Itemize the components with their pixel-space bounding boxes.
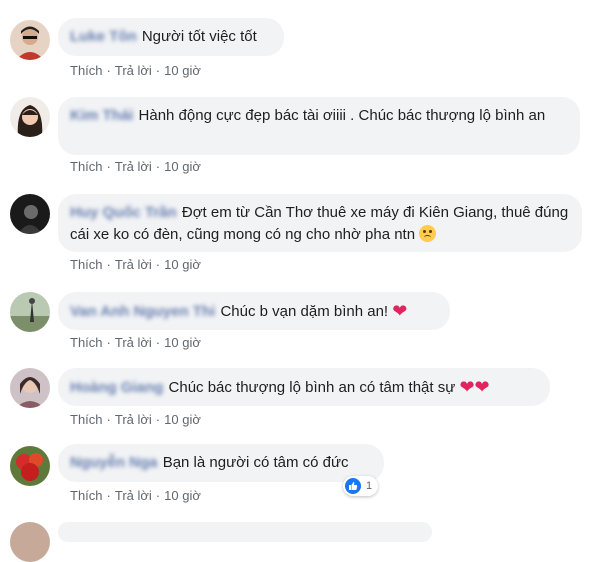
separator: · (106, 159, 111, 174)
heart-emoji-icon: ❤ (459, 377, 475, 397)
comment-text: Hành động cực đẹp bác tài ơiiii . Chúc b… (138, 107, 546, 124)
comment-text: Người tốt việc tốt (141, 28, 257, 45)
comment-bubble (58, 522, 432, 542)
reply-link[interactable]: Trả lời (115, 257, 152, 272)
heart-emoji-icon: ❤ (392, 301, 408, 321)
reply-link[interactable]: Trả lời (115, 159, 152, 174)
separator: · (106, 257, 111, 272)
separator: · (155, 412, 161, 427)
comment-author[interactable]: Nguyễn Nga (70, 452, 158, 474)
like-link[interactable]: Thích (70, 257, 103, 272)
reply-link[interactable]: Trả lời (115, 488, 152, 503)
comment-actions: Thích · Trả lời · 10 giờ (70, 335, 201, 350)
like-link[interactable]: Thích (70, 335, 103, 350)
separator: · (106, 488, 111, 503)
timestamp[interactable]: 10 giờ (164, 412, 201, 427)
timestamp[interactable]: 10 giờ (164, 63, 201, 78)
reply-link[interactable]: Trả lời (115, 335, 152, 350)
separator: · (155, 335, 161, 350)
separator: · (155, 488, 161, 503)
separator: · (106, 63, 111, 78)
like-count: 1 (366, 480, 373, 492)
comment-bubble: Kim Thái Hành động cực đẹp bác tài ơiiii… (58, 97, 580, 155)
reaction-count-badge[interactable]: 1 (343, 476, 379, 496)
comment-actions: Thích · Trả lời · 10 giờ (70, 159, 201, 174)
like-link[interactable]: Thích (70, 63, 103, 78)
comment-text: Bạn là người có tâm có đức (162, 454, 349, 471)
comment-actions: Thích · Trả lời · 10 giờ (70, 257, 201, 272)
comment-author[interactable]: Luke Tôn (70, 26, 137, 48)
comment-text: Chúc b vạn dặm bình an! (220, 303, 389, 320)
comment-actions: Thích · Trả lời · 10 giờ (70, 412, 201, 427)
reply-link[interactable]: Trả lời (115, 412, 152, 427)
reply-link[interactable]: Trả lời (115, 63, 152, 78)
avatar[interactable] (10, 446, 50, 486)
like-thumb-icon (345, 478, 361, 494)
like-link[interactable]: Thích (70, 412, 103, 427)
timestamp[interactable]: 10 giờ (164, 488, 201, 503)
comment-text: Chúc bác thượng lộ bình an có tâm thật s… (168, 379, 456, 396)
avatar[interactable] (10, 20, 50, 60)
heart-emoji-icon: ❤ (474, 377, 490, 397)
separator: · (106, 335, 111, 350)
comment-actions: Thích · Trả lời · 10 giờ (70, 63, 201, 78)
timestamp[interactable]: 10 giờ (164, 159, 201, 174)
separator: · (155, 63, 161, 78)
comment-author[interactable]: Kim Thái (70, 105, 133, 127)
comment-author[interactable]: Van Anh Nguyen Thi (70, 301, 215, 323)
sad-emoji-icon (419, 225, 437, 242)
avatar[interactable] (10, 97, 50, 137)
separator: · (106, 412, 111, 427)
avatar[interactable] (10, 368, 50, 408)
comment-bubble: Huy Quốc Trần Đợt em từ Cần Thơ thuê xe … (58, 194, 582, 252)
comment-bubble: Hoàng Giang Chúc bác thượng lộ bình an c… (58, 368, 550, 406)
like-link[interactable]: Thích (70, 159, 103, 174)
timestamp[interactable]: 10 giờ (164, 335, 201, 350)
comment-actions: Thích · Trả lời · 10 giờ (70, 488, 201, 503)
comment-bubble: Nguyễn Nga Bạn là người có tâm có đức (58, 444, 384, 482)
comment-author[interactable]: Hoàng Giang (70, 377, 163, 399)
like-link[interactable]: Thích (70, 488, 103, 503)
avatar[interactable] (10, 292, 50, 332)
avatar[interactable] (10, 194, 50, 234)
avatar[interactable] (10, 522, 50, 562)
comment-bubble: Luke Tôn Người tốt việc tốt (58, 18, 284, 56)
comment-author[interactable]: Huy Quốc Trần (70, 202, 177, 224)
comment-bubble: Van Anh Nguyen Thi Chúc b vạn dặm bình a… (58, 292, 450, 330)
separator: · (155, 257, 161, 272)
timestamp[interactable]: 10 giờ (164, 257, 201, 272)
separator: · (155, 159, 161, 174)
